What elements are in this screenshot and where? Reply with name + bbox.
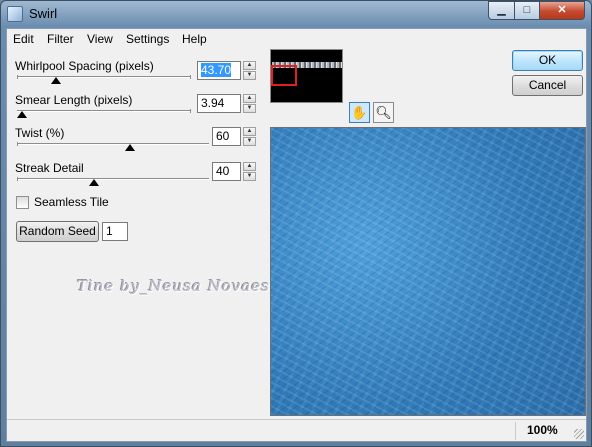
pan-hand-icon[interactable]: ✋: [349, 102, 370, 123]
streak-detail-spinner: ▲ ▼: [243, 162, 256, 181]
smear-length-input[interactable]: 3.94: [197, 94, 241, 113]
ok-button[interactable]: OK: [512, 50, 583, 71]
smear-length-slider-thumb[interactable]: [17, 111, 27, 118]
whirlpool-spacing-slider-thumb[interactable]: [51, 77, 61, 84]
navigator-viewport-rect[interactable]: [271, 65, 297, 86]
streak-detail-input[interactable]: 40: [212, 162, 241, 181]
slider-tick: [190, 75, 191, 79]
spin-down-button[interactable]: ▼: [243, 104, 256, 113]
spin-down-button[interactable]: ▼: [243, 137, 256, 146]
seamless-tile-checkbox[interactable]: [16, 196, 29, 209]
spin-up-button[interactable]: ▲: [243, 61, 256, 70]
menu-edit[interactable]: Edit: [13, 32, 34, 46]
streak-detail-slider-thumb[interactable]: [89, 179, 99, 186]
slider-tick: [190, 109, 191, 113]
twist-label: Twist (%): [15, 126, 65, 140]
smear-length-label: Smear Length (pixels): [15, 93, 133, 107]
twist-input[interactable]: 60: [212, 127, 241, 146]
whirlpool-spacing-value: 43.70: [201, 63, 232, 77]
streak-detail-label: Streak Detail: [15, 161, 84, 175]
spin-down-button[interactable]: ▼: [243, 71, 256, 80]
slider-tick: [17, 75, 18, 79]
slider-tick: [17, 142, 18, 146]
navigator-thumbnail[interactable]: [270, 49, 343, 103]
menu-settings[interactable]: Settings: [126, 32, 169, 46]
cancel-button[interactable]: Cancel: [512, 75, 583, 96]
watermark-text: Tine by_Neusa Novaes: [77, 277, 270, 295]
twist-spinner: ▲ ▼: [243, 127, 256, 146]
minimize-button[interactable]: ▁: [488, 1, 515, 20]
spin-down-button[interactable]: ▼: [243, 172, 256, 181]
resize-grip[interactable]: [574, 429, 584, 439]
zoom-magnifier-icon[interactable]: 🔍︎: [373, 102, 394, 123]
swirl-window: Swirl ▁ □ ✕ Edit Filter View Settings He…: [0, 0, 592, 447]
app-icon: [7, 6, 23, 22]
title-bar[interactable]: Swirl ▁ □ ✕: [1, 1, 591, 27]
whirlpool-spacing-spinner: ▲ ▼: [243, 61, 256, 80]
menu-bar: Edit Filter View Settings Help: [7, 29, 586, 49]
whirlpool-spacing-slider-track[interactable]: [17, 76, 191, 78]
spin-up-button[interactable]: ▲: [243, 127, 256, 136]
random-seed-input[interactable]: 1: [102, 222, 128, 241]
dialog-client: Edit Filter View Settings Help Whirlpool…: [6, 28, 587, 442]
status-bar: 100%: [7, 419, 586, 441]
maximize-button[interactable]: □: [514, 1, 540, 20]
twist-slider-thumb[interactable]: [125, 144, 135, 151]
menu-view[interactable]: View: [87, 32, 113, 46]
close-button[interactable]: ✕: [539, 1, 585, 20]
preview-image[interactable]: [270, 127, 586, 416]
spin-up-button[interactable]: ▲: [243, 162, 256, 171]
window-title: Swirl: [29, 6, 58, 21]
slider-tick: [17, 177, 18, 181]
status-divider: [515, 422, 516, 440]
whirlpool-spacing-input[interactable]: 43.70: [197, 61, 241, 80]
smear-length-spinner: ▲ ▼: [243, 94, 256, 113]
streak-detail-slider-track[interactable]: [17, 178, 209, 180]
random-seed-button[interactable]: Random Seed: [16, 221, 99, 242]
spin-up-button[interactable]: ▲: [243, 94, 256, 103]
smear-length-slider-track[interactable]: [17, 110, 191, 112]
twist-slider-track[interactable]: [17, 143, 209, 145]
zoom-level: 100%: [527, 423, 558, 437]
seamless-tile-label: Seamless Tile: [34, 195, 109, 209]
menu-filter[interactable]: Filter: [47, 32, 74, 46]
menu-help[interactable]: Help: [182, 32, 207, 46]
whirlpool-spacing-label: Whirlpool Spacing (pixels): [15, 59, 154, 73]
